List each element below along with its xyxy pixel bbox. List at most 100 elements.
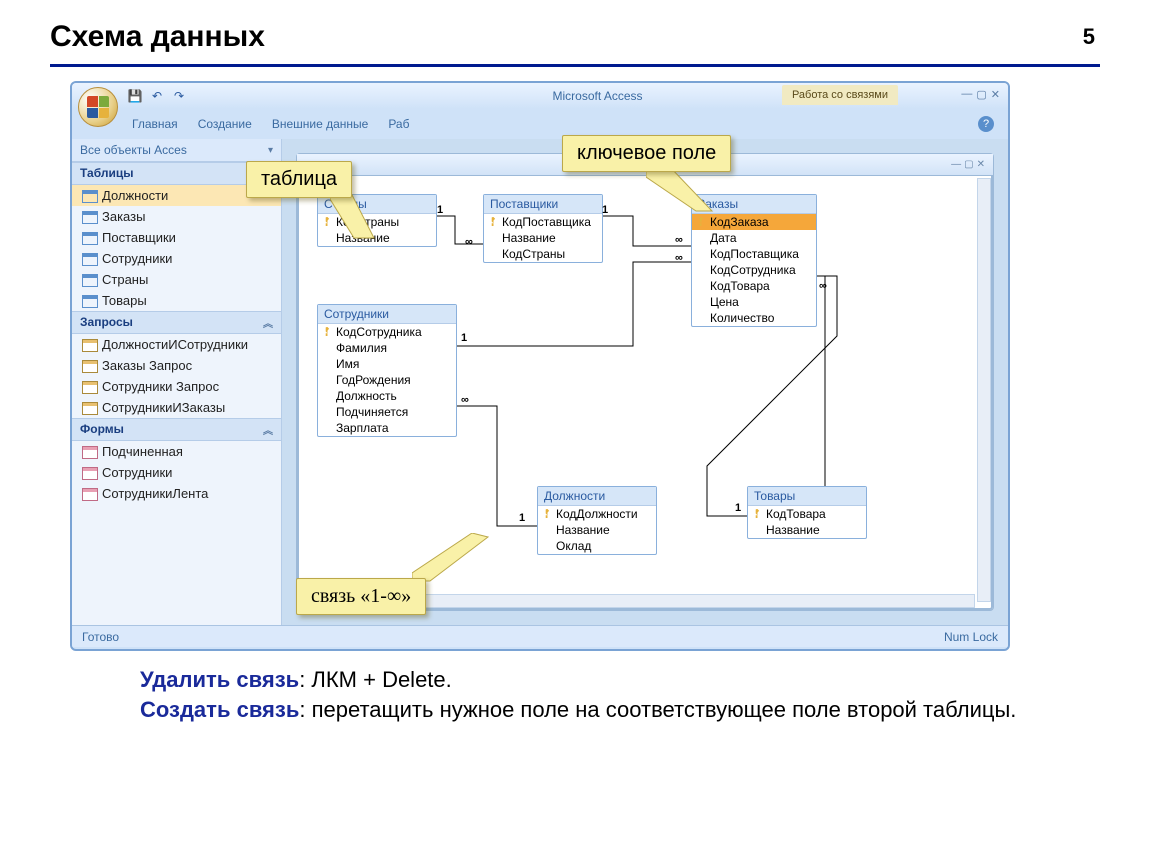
nav-item-label: Сотрудники (102, 251, 172, 266)
field[interactable]: Имя (318, 356, 456, 372)
field[interactable]: Название (538, 522, 656, 538)
table-box-positions[interactable]: Должности КодДолжности Название Оклад (537, 486, 657, 555)
nav-item-label: Должности (102, 188, 168, 203)
slide-number: 5 (1083, 24, 1095, 50)
field-key[interactable]: КодСотрудника (318, 324, 456, 340)
field[interactable]: Должность (318, 388, 456, 404)
ribbon-tab-create[interactable]: Создание (198, 117, 252, 131)
close-icon[interactable]: ✕ (991, 88, 1000, 101)
field[interactable]: Оклад (538, 538, 656, 554)
nav-item-table[interactable]: Поставщики (72, 227, 281, 248)
field[interactable]: ГодРождения (318, 372, 456, 388)
field-key[interactable]: КодЗаказа (692, 214, 816, 230)
navigation-pane: Все объекты Acces ▾ Таблицы ︽ Должности З… (72, 139, 282, 625)
maximize-icon[interactable]: ▢ (964, 159, 973, 170)
query-icon (82, 360, 96, 372)
nav-item-label: Заказы Запрос (102, 358, 192, 373)
form-icon (82, 467, 96, 479)
nav-item-label: СотрудникиЛента (102, 486, 208, 501)
window-controls[interactable]: — ▢ ✕ (961, 88, 1000, 101)
footer-text: Удалить связь: ЛКМ + Delete. Создать свя… (140, 665, 1100, 724)
nav-group-label: Таблицы (80, 166, 133, 181)
relationship-diagram[interactable]: 1∞ 1∞ 1∞ ∞1 1∞ Страны КодСтраны Название… (297, 176, 993, 606)
vertical-scrollbar[interactable] (977, 178, 991, 602)
nav-item-query[interactable]: ДолжностиИСотрудники (72, 334, 281, 355)
ribbon-tabs: Главная Создание Внешние данные Раб ? (72, 109, 1008, 139)
table-box-goods[interactable]: Товары КодТовара Название (747, 486, 867, 539)
field[interactable]: Подчиняется (318, 404, 456, 420)
context-tab[interactable]: Работа со связями (782, 85, 898, 105)
field[interactable]: КодПоставщика (692, 246, 816, 262)
nav-item-query[interactable]: Заказы Запрос (72, 355, 281, 376)
table-box-title: Должности (538, 487, 656, 506)
minimize-icon[interactable]: — (961, 88, 972, 101)
nav-item-form[interactable]: СотрудникиЛента (72, 483, 281, 504)
title-bar: 💾 ↶ ↷ Microsoft Access Работа со связями… (72, 83, 1008, 109)
relationships-window: данных —▢✕ (296, 153, 994, 611)
nav-item-table[interactable]: Заказы (72, 206, 281, 227)
office-logo-icon (87, 96, 109, 118)
field[interactable]: Количество (692, 310, 816, 326)
field[interactable]: Цена (692, 294, 816, 310)
nav-item-label: Страны (102, 272, 148, 287)
footer-create-label: Создать связь (140, 697, 299, 722)
nav-item-query[interactable]: Сотрудники Запрос (72, 376, 281, 397)
ribbon-tab-external[interactable]: Внешние данные (272, 117, 369, 131)
field[interactable]: Фамилия (318, 340, 456, 356)
redo-icon[interactable]: ↷ (171, 88, 187, 104)
field-key[interactable]: КодПоставщика (484, 214, 602, 230)
callout-relation: связь «1-∞» (296, 578, 426, 615)
field[interactable]: Название (748, 522, 866, 538)
field[interactable]: Название (484, 230, 602, 246)
chevron-up-icon: ︽ (263, 422, 273, 437)
nav-item-label: ДолжностиИСотрудники (102, 337, 248, 352)
callout-pointer-icon (646, 165, 716, 215)
field[interactable]: КодТовара (692, 278, 816, 294)
field-key[interactable]: КодТовара (748, 506, 866, 522)
nav-item-form[interactable]: Подчиненная (72, 441, 281, 462)
nav-item-label: Поставщики (102, 230, 176, 245)
table-box-title: Поставщики (484, 195, 602, 214)
table-icon (82, 190, 96, 202)
chevron-up-icon: ︽ (263, 315, 273, 330)
field[interactable]: Зарплата (318, 420, 456, 436)
save-icon[interactable]: 💾 (127, 88, 143, 104)
office-button[interactable] (78, 87, 118, 127)
status-text: Готово (82, 630, 119, 644)
nav-item-label: Подчиненная (102, 444, 183, 459)
ribbon-tab-tools[interactable]: Раб (388, 117, 409, 131)
nav-group-label: Запросы (80, 315, 133, 330)
table-icon (82, 295, 96, 307)
nav-group-queries[interactable]: Запросы ︽ (72, 311, 281, 334)
quick-access-toolbar: 💾 ↶ ↷ (127, 88, 187, 104)
table-icon (82, 274, 96, 286)
nav-item-form[interactable]: Сотрудники (72, 462, 281, 483)
nav-item-label: Заказы (102, 209, 145, 224)
close-icon[interactable]: ✕ (977, 159, 985, 170)
help-icon[interactable]: ? (978, 116, 994, 132)
table-box-employees[interactable]: Сотрудники КодСотрудника Фамилия Имя Год… (317, 304, 457, 437)
title-rule (50, 64, 1100, 67)
callout-pointer-icon (412, 533, 492, 583)
table-box-suppliers[interactable]: Поставщики КодПоставщика Название КодСтр… (483, 194, 603, 263)
field[interactable]: КодСтраны (484, 246, 602, 262)
field[interactable]: КодСотрудника (692, 262, 816, 278)
nav-header[interactable]: Все объекты Acces ▾ (72, 139, 281, 162)
nav-item-query[interactable]: СотрудникиИЗаказы (72, 397, 281, 418)
maximize-icon[interactable]: ▢ (976, 88, 986, 101)
query-icon (82, 339, 96, 351)
field[interactable]: Дата (692, 230, 816, 246)
nav-item-table[interactable]: Товары (72, 290, 281, 311)
access-window: 💾 ↶ ↷ Microsoft Access Работа со связями… (70, 81, 1010, 651)
nav-item-table[interactable]: Сотрудники (72, 248, 281, 269)
nav-group-forms[interactable]: Формы︽ (72, 418, 281, 441)
nav-item-table[interactable]: Страны (72, 269, 281, 290)
ribbon-tab-home[interactable]: Главная (132, 117, 178, 131)
minimize-icon[interactable]: — (951, 159, 961, 170)
field-key[interactable]: КодДолжности (538, 506, 656, 522)
chevron-down-icon[interactable]: ▾ (268, 145, 273, 156)
nav-header-label: Все объекты Acces (80, 143, 187, 157)
nav-item-label: Товары (102, 293, 147, 308)
undo-icon[interactable]: ↶ (149, 88, 165, 104)
table-box-title: Сотрудники (318, 305, 456, 324)
